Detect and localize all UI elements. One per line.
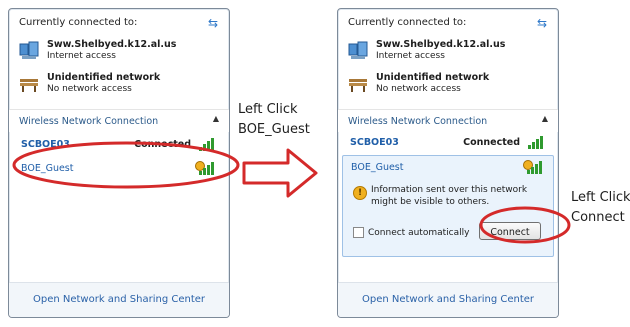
open-network-sharing-center-link[interactable]: Open Network and Sharing Center xyxy=(338,282,558,317)
wifi-item-scboe03[interactable]: SCBOE03 Connected xyxy=(338,133,558,153)
wifi-name: BOE_Guest xyxy=(351,162,404,173)
park-bench-icon xyxy=(20,79,38,92)
signal-strength-icon xyxy=(199,161,217,175)
section-label: Wireless Network Connection xyxy=(19,116,159,127)
park-bench-icon xyxy=(349,79,367,92)
wifi-status: Connected xyxy=(134,139,191,150)
network-status: Internet access xyxy=(376,51,445,61)
checkbox-box[interactable] xyxy=(353,227,364,238)
connect-automatically-checkbox[interactable]: Connect automatically xyxy=(353,227,469,238)
section-label: Wireless Network Connection xyxy=(348,116,488,127)
wifi-item-boe-guest-expanded[interactable]: BOE_Guest ! Information sent over this n… xyxy=(342,155,554,257)
collapse-caret-icon[interactable]: ▲ xyxy=(542,114,548,123)
wireless-section-header[interactable]: Wireless Network Connection ▲ xyxy=(338,109,558,132)
network-status: No network access xyxy=(376,84,461,94)
network-name: Unidentified network xyxy=(376,72,490,83)
collapse-caret-icon[interactable]: ▲ xyxy=(213,114,219,123)
network-name: Unidentified network xyxy=(47,72,161,83)
network-status: Internet access xyxy=(47,51,116,61)
network-computer-icon xyxy=(348,41,368,59)
network-flyout-before: Currently connected to: ⇆ Sww.Shelbyed.k… xyxy=(8,8,230,318)
instruction-line: Left Click xyxy=(571,190,630,205)
arrow-icon xyxy=(242,148,318,198)
instruction-left: Left Click BOE_Guest xyxy=(238,100,310,140)
checkbox-label: Connect automatically xyxy=(368,228,470,238)
connected-header: Currently connected to: xyxy=(19,17,138,28)
connected-network-domain: Sww.Shelbyed.k12.al.us Internet access xyxy=(348,39,548,65)
refresh-icon[interactable]: ⇆ xyxy=(534,15,550,31)
info-text: Information sent over this network might… xyxy=(371,185,528,207)
wifi-name: SCBOE03 xyxy=(21,139,70,150)
warning-shield-icon: ! xyxy=(353,186,367,200)
wireless-section-header[interactable]: Wireless Network Connection ▲ xyxy=(9,109,229,132)
signal-strength-icon xyxy=(527,160,545,174)
connected-header: Currently connected to: xyxy=(348,17,467,28)
network-computer-icon xyxy=(19,41,39,59)
instruction-line: Left Click xyxy=(238,102,298,117)
network-name: Sww.Shelbyed.k12.al.us xyxy=(376,39,506,50)
instruction-right: Left Click Connect xyxy=(571,188,630,228)
instruction-line: BOE_Guest xyxy=(238,122,310,137)
connected-network-unidentified: Unidentified network No network access xyxy=(348,72,548,98)
wifi-item-boe-guest[interactable]: BOE_Guest xyxy=(9,159,229,179)
connected-network-unidentified: Unidentified network No network access xyxy=(19,72,219,98)
wifi-name: BOE_Guest xyxy=(21,163,74,174)
network-flyout-after: Currently connected to: ⇆ Sww.Shelbyed.k… xyxy=(337,8,559,318)
wifi-status: Connected xyxy=(463,137,520,148)
open-network-sharing-center-link[interactable]: Open Network and Sharing Center xyxy=(9,282,229,317)
signal-strength-icon xyxy=(528,135,546,149)
wifi-item-scboe03[interactable]: SCBOE03 Connected xyxy=(9,135,229,155)
signal-strength-icon xyxy=(199,137,217,151)
network-status: No network access xyxy=(47,84,132,94)
instruction-line: Connect xyxy=(571,210,625,225)
wifi-name: SCBOE03 xyxy=(350,137,399,148)
connect-button[interactable]: Connect xyxy=(479,222,541,240)
refresh-icon[interactable]: ⇆ xyxy=(205,15,221,31)
connected-network-domain: Sww.Shelbyed.k12.al.us Internet access xyxy=(19,39,219,65)
network-name: Sww.Shelbyed.k12.al.us xyxy=(47,39,177,50)
